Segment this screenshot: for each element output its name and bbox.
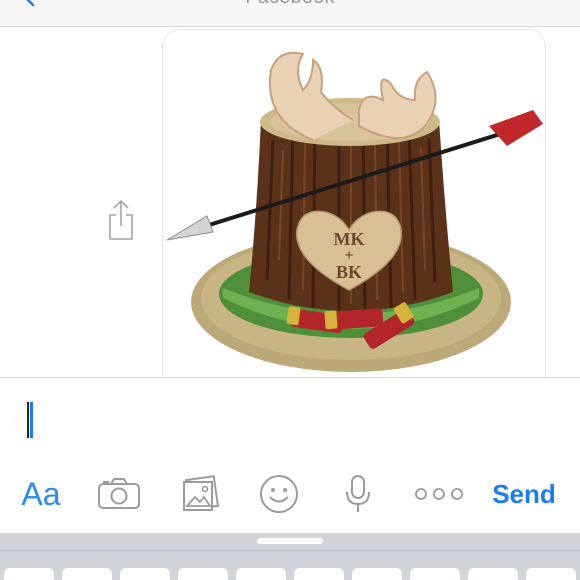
microphone-icon xyxy=(346,475,370,512)
more-button[interactable] xyxy=(412,466,466,522)
keyboard-key[interactable] xyxy=(120,568,170,580)
heart-initials-top: MK xyxy=(334,229,365,249)
heart-initials-bottom: BK xyxy=(336,262,362,282)
message-input[interactable] xyxy=(14,390,568,442)
nav-title: Facebook xyxy=(0,0,580,9)
more-icon xyxy=(415,488,463,500)
keyboard-key[interactable] xyxy=(62,568,112,580)
cake-photo: MK + BK xyxy=(163,30,545,390)
camera-icon xyxy=(98,478,140,509)
keyboard-key[interactable] xyxy=(236,568,286,580)
send-button[interactable]: Send xyxy=(484,466,564,522)
text-caret-shadow xyxy=(27,402,29,438)
keyboard xyxy=(0,533,580,580)
keyboard-key[interactable] xyxy=(178,568,228,580)
smiley-icon xyxy=(260,475,298,513)
keyboard-divider xyxy=(0,550,580,551)
photo-message[interactable]: MK + BK xyxy=(162,29,546,391)
keyboard-key[interactable] xyxy=(468,568,518,580)
share-icon[interactable] xyxy=(104,199,138,241)
photo-gallery-icon xyxy=(183,475,220,511)
keyboard-key[interactable] xyxy=(294,568,344,580)
voice-button[interactable] xyxy=(340,466,376,522)
keyboard-grabber[interactable] xyxy=(257,538,323,544)
message-thread: MK + BK xyxy=(0,27,580,391)
keyboard-key[interactable] xyxy=(526,568,576,580)
emoji-button[interactable] xyxy=(256,466,302,522)
navigation-bar: Facebook xyxy=(0,0,580,27)
keyboard-key[interactable] xyxy=(4,568,54,580)
camera-button[interactable] xyxy=(96,466,142,522)
message-composer: Aa Send xyxy=(0,377,580,534)
keyboard-key[interactable] xyxy=(352,568,402,580)
text-caret xyxy=(30,402,33,438)
composer-toolbar: Aa Send xyxy=(0,466,580,522)
text-format-button[interactable]: Aa xyxy=(14,466,68,522)
keyboard-key[interactable] xyxy=(410,568,460,580)
gallery-button[interactable] xyxy=(178,466,222,522)
messenger-screen: Facebook xyxy=(0,0,580,580)
